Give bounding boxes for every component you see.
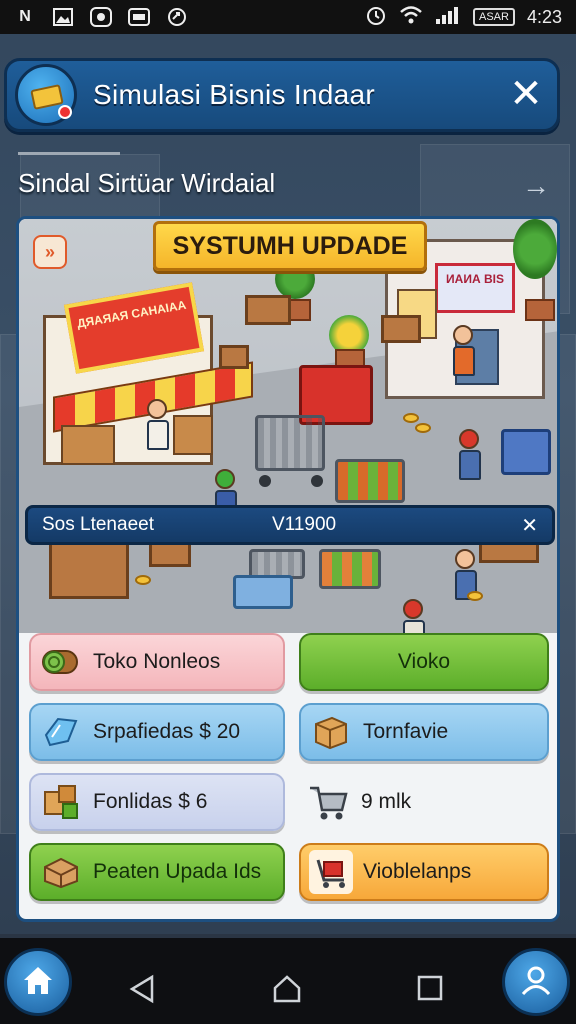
info-value: V11900 xyxy=(272,514,337,535)
alarm-icon xyxy=(365,4,387,31)
section-divider xyxy=(18,152,120,155)
status-bar: N ASAR 4:23 xyxy=(0,0,576,34)
section-title: Sindal Sirtüar Wirdaial xyxy=(18,168,276,198)
button-label: Tornfavie xyxy=(363,720,449,743)
vioblelanps-button[interactable]: Vioblelanps xyxy=(299,843,549,901)
register-icon xyxy=(501,429,551,475)
system-home-button[interactable] xyxy=(272,974,302,1009)
shopper-figure xyxy=(147,399,169,450)
left-shop-building: ДЯАЯАЯ CAHAIAA xyxy=(43,275,253,475)
potted-plant-icon xyxy=(513,219,557,279)
fonlidas-button[interactable]: Fonlidas $ 6 xyxy=(29,773,285,831)
gem-icon xyxy=(39,710,83,754)
produce-cart-icon xyxy=(335,459,405,503)
market-scene: ДЯАЯАЯ CAHAIAA ИАИА BIS » SYSTUMH UPDADE… xyxy=(19,219,557,633)
tornfavie-button[interactable]: Tornfavie xyxy=(299,703,549,761)
recents-button[interactable] xyxy=(416,974,444,1007)
vioko-button[interactable]: Vioko xyxy=(299,633,549,691)
message-icon xyxy=(128,7,150,27)
crate-icon xyxy=(39,850,83,894)
button-label: 9 mlk xyxy=(361,790,412,813)
cart-icon xyxy=(307,780,351,824)
button-label: Vioblelanps xyxy=(363,860,472,883)
gold-bar-logo-icon xyxy=(15,64,77,126)
vendor-figure xyxy=(453,325,475,376)
shopping-cart-icon xyxy=(255,415,325,471)
box-icon xyxy=(309,710,353,754)
signal-icon xyxy=(435,5,461,30)
arrow-right-icon[interactable]: → xyxy=(522,170,550,202)
shopper-figure xyxy=(459,429,481,480)
bins-icon xyxy=(233,575,293,609)
button-label: Peaten Upada Ids xyxy=(93,860,262,883)
mlk-button[interactable]: 9 mlk xyxy=(299,773,549,831)
peaten-upada-button[interactable]: Peaten Upada Ids xyxy=(29,843,285,901)
log-icon xyxy=(39,640,83,684)
back-icon xyxy=(129,974,154,1004)
clock-time: 4:23 xyxy=(526,6,562,27)
sync-icon xyxy=(166,7,188,27)
produce-crate-icon xyxy=(49,539,129,599)
right-shop-sign: ИАИА BIS xyxy=(435,263,515,313)
produce-cart-icon xyxy=(319,549,381,589)
corner-badge-icon[interactable]: » xyxy=(33,235,67,269)
page-title: Simulasi Bisnis Indaar xyxy=(93,79,376,110)
profile-icon xyxy=(519,963,553,1002)
button-label: Srpafiedas $ 20 xyxy=(93,720,241,743)
system-update-banner: SYSTUMH UPDADE xyxy=(153,221,427,271)
button-label: Toko Nonleos xyxy=(93,650,221,673)
notification-n-icon: N xyxy=(19,8,31,25)
srpafiedas-button[interactable]: Srpafiedas $ 20 xyxy=(29,703,285,761)
main-panel: ДЯАЯАЯ CAHAIAA ИАИА BIS » SYSTUMH UPDADE… xyxy=(16,216,560,922)
home-button[interactable] xyxy=(4,948,72,1016)
toko-button[interactable]: Toko Nonleos xyxy=(29,633,285,691)
record-icon xyxy=(90,7,112,27)
wifi-icon xyxy=(399,5,423,30)
battery-indicator: ASAR xyxy=(472,8,515,26)
info-close-button[interactable]: ✕ xyxy=(521,513,538,538)
shopper-figure xyxy=(403,599,425,633)
back-button[interactable] xyxy=(128,974,156,1009)
info-label: Sos Ltenaeet xyxy=(42,514,154,535)
info-strip: Sos Ltenaeet V11900 ✕ xyxy=(25,505,555,545)
button-label: Vioko xyxy=(397,650,451,673)
button-label: Fonlidas $ 6 xyxy=(93,790,208,813)
boxes-icon xyxy=(39,780,83,824)
trolley-icon xyxy=(309,850,353,894)
profile-button[interactable] xyxy=(502,948,570,1016)
close-button[interactable]: ✕ xyxy=(503,72,549,118)
home-icon xyxy=(21,964,55,1001)
app-header: Simulasi Bisnis Indaar ✕ xyxy=(4,58,560,132)
gallery-icon xyxy=(52,7,74,27)
home-outline-icon xyxy=(273,975,301,1003)
recents-icon xyxy=(417,975,443,1001)
